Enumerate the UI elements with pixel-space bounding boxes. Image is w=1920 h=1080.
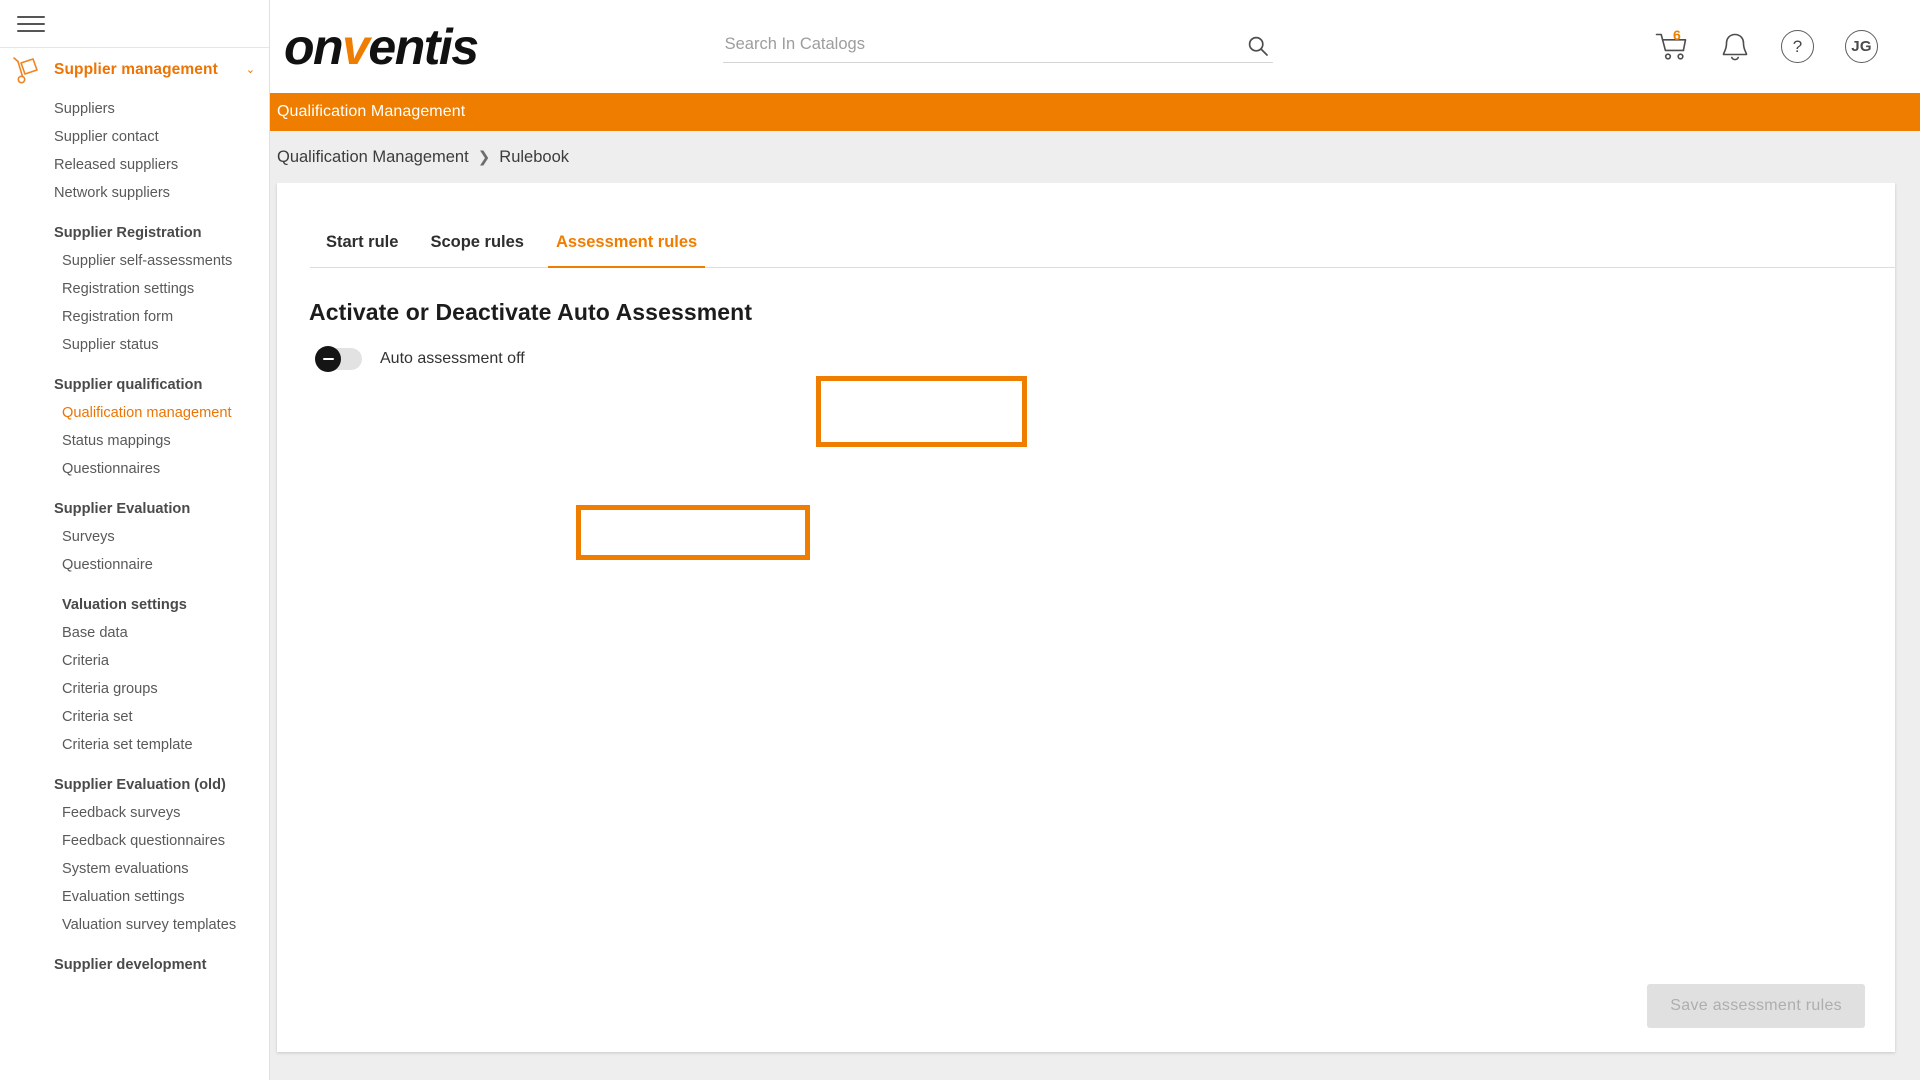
sidebar-item-status-mappings[interactable]: Status mappings xyxy=(0,427,269,455)
sidebar-item-criteria-set-template[interactable]: Criteria set template xyxy=(0,731,269,759)
sidebar-item-registration-form[interactable]: Registration form xyxy=(0,303,269,331)
card-footer: Save assessment rules xyxy=(277,984,1895,1052)
search-input[interactable] xyxy=(723,31,1273,63)
sidebar-item-criteria-groups[interactable]: Criteria groups xyxy=(0,675,269,703)
page-title: Activate or Deactivate Auto Assessment xyxy=(309,299,1895,326)
header-actions: 6 ? JG xyxy=(1655,30,1878,63)
save-assessment-rules-button[interactable]: Save assessment rules xyxy=(1647,984,1865,1028)
sidebar-item-system-evaluations[interactable]: System evaluations xyxy=(0,855,269,883)
module-title-bar: Qualification Management xyxy=(270,93,1920,131)
tab-bar: Start rule Scope rules Assessment rules xyxy=(310,221,1895,268)
breadcrumb: Qualification Management ❯ Rulebook xyxy=(270,131,1920,183)
breadcrumb-separator-icon: ❯ xyxy=(478,148,491,166)
sidebar-item-feedback-questionnaires[interactable]: Feedback questionnaires xyxy=(0,827,269,855)
tab-assessment-rules[interactable]: Assessment rules xyxy=(540,233,713,267)
sidebar-item-supplier-self-assessments[interactable]: Supplier self-assessments xyxy=(0,247,269,275)
sidebar-group-valuation-settings: Valuation settings xyxy=(0,591,269,619)
hamburger-icon[interactable] xyxy=(14,9,48,39)
sidebar-group-supplier-registration: Supplier Registration xyxy=(0,219,269,247)
annotation-box-assessment-rules-tab xyxy=(816,376,1027,447)
module-title: Qualification Management xyxy=(277,103,465,121)
breadcrumb-item-rulebook: Rulebook xyxy=(499,148,569,167)
content-area: Start rule Scope rules Assessment rules … xyxy=(270,183,1920,1080)
auto-assessment-toggle-label: Auto assessment off xyxy=(380,350,525,368)
tab-start-rule[interactable]: Start rule xyxy=(310,233,414,267)
top-header: onventis xyxy=(270,0,1920,93)
logo-part-entis: entis xyxy=(368,19,477,75)
hand-truck-icon xyxy=(10,55,44,85)
application-window: Supplier management ⌄ Suppliers Supplier… xyxy=(0,0,1920,1080)
annotation-box-auto-assessment-toggle xyxy=(576,505,810,560)
logo-part-v: v xyxy=(342,19,368,75)
sidebar-item-criteria[interactable]: Criteria xyxy=(0,647,269,675)
onventis-logo[interactable]: onventis xyxy=(284,22,478,72)
search-bar xyxy=(723,31,1273,63)
sidebar-item-supplier-management[interactable]: Supplier management ⌄ xyxy=(0,48,269,92)
sidebar-header xyxy=(0,0,269,48)
sidebar-item-valuation-survey-templates[interactable]: Valuation survey templates xyxy=(0,911,269,939)
cart-badge: 6 xyxy=(1673,28,1681,42)
sidebar-item-questionnaire[interactable]: Questionnaire xyxy=(0,551,269,579)
search-icon[interactable] xyxy=(1247,35,1269,57)
tab-scope-rules[interactable]: Scope rules xyxy=(414,233,540,267)
sidebar-item-feedback-surveys[interactable]: Feedback surveys xyxy=(0,799,269,827)
sidebar-root-label: Supplier management xyxy=(54,61,246,79)
sidebar-item-registration-settings[interactable]: Registration settings xyxy=(0,275,269,303)
auto-assessment-toggle[interactable] xyxy=(315,348,362,370)
sidebar-item-suppliers[interactable]: Suppliers xyxy=(0,95,269,123)
sidebar-item-supplier-contact[interactable]: Supplier contact xyxy=(0,123,269,151)
sidebar-group-supplier-evaluation: Supplier Evaluation xyxy=(0,495,269,523)
sidebar-nav-list: Suppliers Supplier contact Released supp… xyxy=(0,92,269,979)
logo-part-on: on xyxy=(284,19,342,75)
sidebar-item-network-suppliers[interactable]: Network suppliers xyxy=(0,179,269,207)
avatar[interactable]: JG xyxy=(1845,30,1878,63)
sidebar: Supplier management ⌄ Suppliers Supplier… xyxy=(0,0,270,1080)
breadcrumb-item-qualification-management[interactable]: Qualification Management xyxy=(277,148,469,167)
sidebar-item-supplier-status[interactable]: Supplier status xyxy=(0,331,269,359)
sidebar-group-supplier-evaluation-old: Supplier Evaluation (old) xyxy=(0,771,269,799)
sidebar-item-questionnaires[interactable]: Questionnaires xyxy=(0,455,269,483)
auto-assessment-toggle-row: Auto assessment off xyxy=(309,342,547,376)
sidebar-item-released-suppliers[interactable]: Released suppliers xyxy=(0,151,269,179)
sidebar-item-qualification-management[interactable]: Qualification management xyxy=(0,399,269,427)
sidebar-item-base-data[interactable]: Base data xyxy=(0,619,269,647)
cart-icon[interactable]: 6 xyxy=(1655,32,1689,62)
rulebook-card: Start rule Scope rules Assessment rules … xyxy=(277,183,1895,1052)
sidebar-item-evaluation-settings[interactable]: Evaluation settings xyxy=(0,883,269,911)
toggle-knob-minus-icon xyxy=(315,346,341,372)
sidebar-item-surveys[interactable]: Surveys xyxy=(0,523,269,551)
sidebar-group-supplier-qualification: Supplier qualification xyxy=(0,371,269,399)
bell-icon[interactable] xyxy=(1720,31,1750,63)
help-icon[interactable]: ? xyxy=(1781,30,1814,63)
chevron-down-icon[interactable]: ⌄ xyxy=(246,65,255,76)
sidebar-group-supplier-development: Supplier development xyxy=(0,951,269,979)
sidebar-item-criteria-set[interactable]: Criteria set xyxy=(0,703,269,731)
main-region: onventis xyxy=(270,0,1920,1080)
